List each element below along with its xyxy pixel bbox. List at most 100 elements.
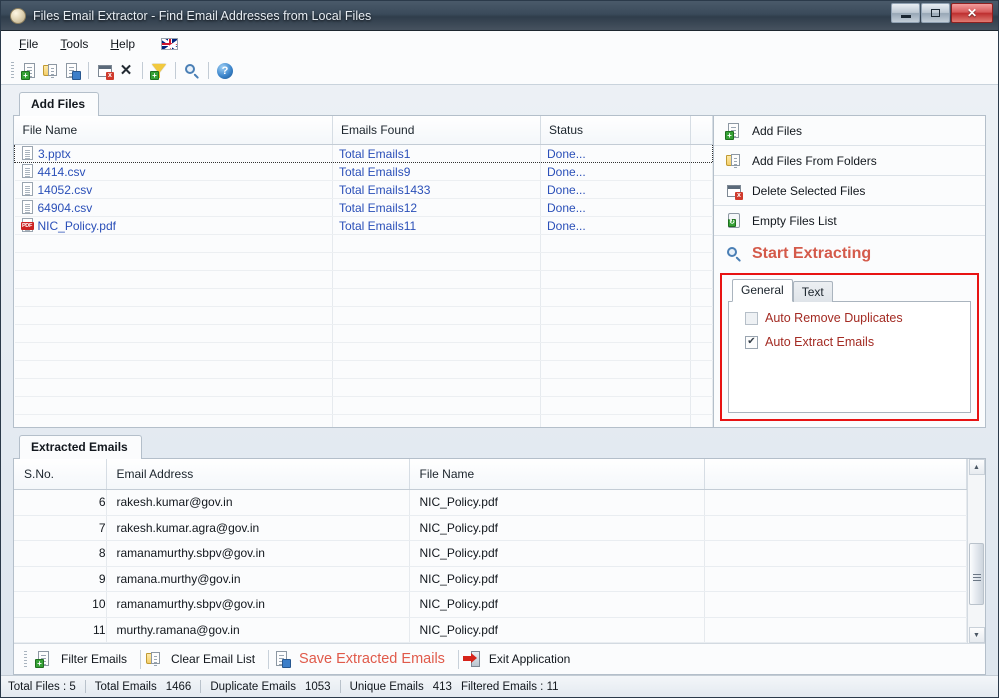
files-col-emails-found[interactable]: Emails Found — [332, 116, 541, 145]
toolbar-grip[interactable] — [11, 62, 14, 79]
table-row-empty[interactable] — [14, 378, 713, 397]
table-row[interactable]: 9 ramana.murthy@gov.in NIC_Policy.pdf — [14, 566, 967, 592]
filter-emails-button[interactable]: + Filter Emails — [31, 650, 140, 668]
help-icon[interactable]: ? — [216, 62, 234, 80]
table-row[interactable]: 11 murthy.ramana@gov.in NIC_Policy.pdf — [14, 617, 967, 643]
close-button[interactable]: ✕ — [951, 3, 993, 23]
table-row[interactable]: 6 rakesh.kumar@gov.in NIC_Policy.pdf — [14, 489, 967, 516]
empty-cell — [14, 324, 333, 343]
save-files-icon[interactable] — [63, 62, 81, 80]
empty-cell — [14, 252, 333, 271]
add-files-icon[interactable]: + — [21, 62, 39, 80]
scroll-down-button[interactable]: ▼ — [968, 627, 985, 643]
tab-text[interactable]: Text — [792, 281, 833, 302]
clear-email-list-button[interactable]: Clear Email List — [141, 650, 268, 668]
table-row[interactable]: 10 ramanamurthy.sbpv@gov.in NIC_Policy.pdf — [14, 591, 967, 618]
blank-cell — [704, 515, 967, 541]
files-body: P3.pptxTotal Emails1Done...4414.csvTotal… — [14, 144, 713, 427]
table-row-empty[interactable] — [14, 360, 713, 379]
status-cell: Done... — [540, 144, 691, 163]
action-delete-label: Delete Selected Files — [752, 183, 866, 198]
auto-remove-duplicates-checkbox[interactable] — [745, 311, 758, 325]
table-row-empty[interactable] — [14, 396, 713, 415]
table-row-empty[interactable] — [14, 270, 713, 289]
auto-extract-emails-row[interactable]: ✔ Auto Extract Emails — [745, 335, 970, 349]
empty-cell — [332, 396, 541, 415]
file-name-cell: NIC_Policy.pdf — [409, 617, 705, 643]
emails-scrollbar[interactable]: ▲ ▼ — [967, 459, 985, 643]
action-delete-selected-files[interactable]: x Delete Selected Files — [714, 176, 985, 206]
bottom-toolbar-grip[interactable] — [24, 650, 27, 668]
status-unique-emails-value: 413 — [432, 680, 452, 693]
close-icon[interactable]: ✕ — [117, 62, 135, 80]
emails-found-cell: Total Emails11 — [332, 216, 541, 235]
file-name-cell: 4414.csv — [14, 162, 333, 181]
empty-cell — [332, 324, 541, 343]
table-row-empty[interactable] — [14, 324, 713, 343]
sno-cell: 10 — [14, 591, 107, 618]
table-row-empty[interactable] — [14, 234, 713, 253]
table-row[interactable]: PDF NIC_Policy.pdf Total Emails11 Done... — [14, 216, 713, 235]
search-icon[interactable] — [183, 62, 201, 80]
scroll-up-button[interactable]: ▲ — [968, 459, 985, 475]
uk-flag-icon[interactable] — [161, 37, 179, 50]
settings-tabstrip: General Text — [728, 279, 971, 302]
emails-col-email-address[interactable]: Email Address — [106, 459, 410, 490]
files-col-status[interactable]: Status — [540, 116, 691, 145]
action-add-files-from-folders[interactable]: Add Files From Folders — [714, 146, 985, 176]
emails-col-sno[interactable]: S.No. — [14, 459, 107, 490]
table-row-empty[interactable] — [14, 414, 713, 427]
table-row[interactable]: 8 ramanamurthy.sbpv@gov.in NIC_Policy.pdf — [14, 540, 967, 567]
status-cell: Done... — [540, 162, 691, 181]
table-row-empty[interactable] — [14, 288, 713, 307]
file-name-cell: NIC_Policy.pdf — [409, 591, 705, 618]
empty-cell — [690, 234, 713, 253]
delete-selected-files-icon[interactable]: x — [96, 62, 114, 80]
menu-help[interactable]: Help — [110, 37, 135, 51]
save-icon — [273, 650, 292, 668]
maximize-button[interactable] — [921, 3, 950, 23]
table-row[interactable]: 4414.csv Total Emails9 Done... — [14, 162, 713, 181]
settings-general-pane: Auto Remove Duplicates ✔ Auto Extract Em… — [728, 301, 971, 413]
emails-header-row: S.No. Email Address File Name — [14, 459, 967, 490]
minimize-button[interactable] — [891, 3, 920, 23]
start-extracting-button[interactable]: Start Extracting — [714, 236, 985, 272]
scroll-track[interactable] — [968, 475, 985, 627]
table-row-empty[interactable] — [14, 306, 713, 325]
add-files-from-folders-icon[interactable] — [42, 62, 60, 80]
scroll-thumb[interactable] — [969, 543, 984, 606]
table-row[interactable]: 64904.csv Total Emails12 Done... — [14, 198, 713, 217]
table-row[interactable]: 7 rakesh.kumar.agra@gov.in NIC_Policy.pdf — [14, 515, 967, 541]
empty-cell — [540, 324, 691, 343]
save-extracted-emails-button[interactable]: Save Extracted Emails — [269, 650, 458, 668]
filter-icon[interactable]: + — [150, 62, 168, 80]
table-row-empty[interactable] — [14, 252, 713, 271]
email-address-cell: rakesh.kumar.agra@gov.in — [106, 515, 410, 541]
menu-file-label: ile — [26, 36, 39, 51]
action-empty-files-list[interactable]: ↻ Empty Files List — [714, 206, 985, 236]
auto-extract-emails-checkbox[interactable]: ✔ — [745, 335, 758, 349]
tab-extracted-emails[interactable]: Extracted Emails — [19, 435, 142, 459]
emails-col-file-name[interactable]: File Name — [409, 459, 705, 490]
empty-cell — [690, 342, 713, 361]
email-address-cell: ramanamurthy.sbpv@gov.in — [106, 540, 410, 567]
recycle-icon: ↻ — [725, 212, 743, 230]
empty-cell — [332, 270, 541, 289]
table-row-empty[interactable] — [14, 342, 713, 361]
table-row[interactable]: P 3.pptx Total Emails1Done... — [14, 144, 713, 163]
tab-general[interactable]: General — [732, 279, 793, 302]
emails-found-cell: Total Emails9 — [332, 162, 541, 181]
exit-application-button[interactable]: Exit Application — [459, 650, 583, 668]
auto-remove-duplicates-row[interactable]: Auto Remove Duplicates — [745, 311, 970, 325]
application-window: Files Email Extractor - Find Email Addre… — [0, 0, 999, 698]
empty-cell — [540, 414, 691, 427]
table-row[interactable]: 14052.csv Total Emails1433 Done... — [14, 180, 713, 199]
tab-add-files[interactable]: Add Files — [19, 92, 100, 116]
menu-file[interactable]: File — [19, 37, 38, 51]
action-add-files[interactable]: + Add Files — [714, 116, 985, 146]
files-col-file-name[interactable]: File Name — [14, 116, 333, 145]
sno-cell: 8 — [14, 540, 107, 567]
menu-tools[interactable]: Tools — [60, 37, 88, 51]
filter-emails-icon: + — [35, 650, 53, 668]
empty-cell — [14, 360, 333, 379]
